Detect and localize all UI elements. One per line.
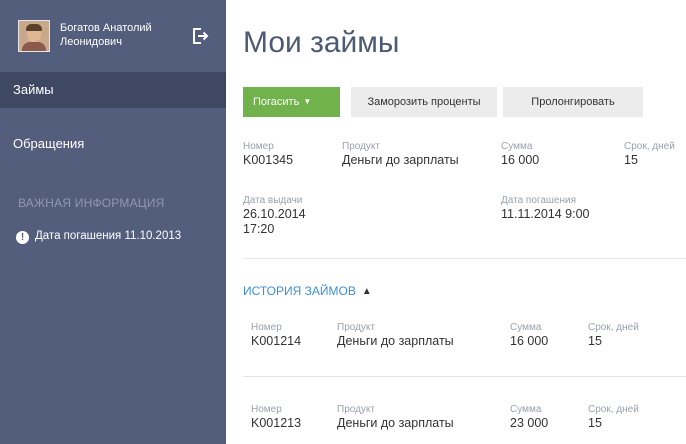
important-info-title: ВАЖНАЯ ИНФОРМАЦИЯ [18,196,165,210]
chevron-up-icon: ▲ [361,286,372,297]
loan-term-label: Срок, дней [624,141,675,152]
issue-time-value: 17:20 [243,222,275,236]
alert-icon: ! [16,231,29,244]
loan-product-field: Продукт Деньги до зарплаты [342,141,459,168]
history-term-label: Срок, дней [588,404,639,415]
history-product-value: Деньги до зарплаты [337,334,454,348]
loan-number-field: Номер K001345 [243,141,293,168]
sidebar-item-loans[interactable]: Займы [0,72,226,108]
loan-history-title: ИСТОРИЯ ЗАЙМОВ [243,284,356,298]
history-row-amount: Сумма 23 000 [510,404,548,431]
page-title: Мои займы [243,26,400,59]
due-date-field: Дата погашения 11.11.2014 9:00 [501,195,590,222]
due-date-label: Дата погашения [501,195,576,206]
history-product-label: Продукт [337,322,375,333]
loan-term-field: Срок, дней 15 [624,141,675,168]
pay-button[interactable]: Погасить ▼ [243,87,340,117]
logout-icon[interactable] [190,26,210,46]
loan-amount-label: Сумма [501,141,533,152]
issue-date-field: Дата выдачи 26.10.2014 17:20 [243,195,306,237]
main-content: Мои займы Погасить ▼ Заморозить проценты … [226,0,686,444]
loan-product-label: Продукт [342,141,380,152]
loan-number-label: Номер [243,141,274,152]
history-amount-value: 23 000 [510,416,549,430]
freeze-interest-button[interactable]: Заморозить проценты [351,87,497,117]
pay-button-label: Погасить [253,96,300,108]
history-row-term: Срок, дней 15 [588,404,639,431]
history-term-value: 15 [588,416,602,430]
history-term-value: 15 [588,334,602,348]
loan-product-value: Деньги до зарплаты [342,153,459,167]
history-row-product: Продукт Деньги до зарплаты [337,322,454,349]
history-product-value: Деньги до зарплаты [337,416,454,430]
history-number-label: Номер [251,404,282,415]
history-amount-value: 16 000 [510,334,549,348]
divider [243,258,686,259]
history-row-amount: Сумма 16 000 [510,322,548,349]
loan-amount-field: Сумма 16 000 [501,141,539,168]
history-number-value: K001214 [251,334,302,348]
issue-date-label: Дата выдачи [243,195,303,206]
avatar[interactable] [18,20,50,52]
prolong-button[interactable]: Пролонгировать [503,87,643,117]
history-row-product: Продукт Деньги до зарплаты [337,404,454,431]
chevron-down-icon: ▼ [303,97,312,106]
history-term-label: Срок, дней [588,322,639,333]
history-number-label: Номер [251,322,282,333]
history-product-label: Продукт [337,404,375,415]
history-row-number: Номер K001214 [251,322,301,349]
due-date-notice-text: Дата погашения 11.10.2013 [35,230,182,242]
history-amount-label: Сумма [510,404,542,415]
due-date-notice[interactable]: ! Дата погашения 11.10.2013 [16,230,181,244]
sidebar-item-requests[interactable]: Обращения [0,126,226,162]
loan-number-value: K001345 [243,153,294,167]
due-date-value: 11.11.2014 9:00 [501,207,590,221]
sidebar: Богатов Анатолий Леонидович Займы Обраще… [0,0,226,444]
divider [243,376,686,377]
history-row-term: Срок, дней 15 [588,322,639,349]
history-number-value: K001213 [251,416,302,430]
history-row-number: Номер K001213 [251,404,301,431]
loan-amount-value: 16 000 [501,153,540,167]
user-panel: Богатов Анатолий Леонидович [18,18,214,54]
user-name: Богатов Анатолий Леонидович [60,22,152,48]
loan-term-value: 15 [624,153,638,167]
history-amount-label: Сумма [510,322,542,333]
loan-history-toggle[interactable]: ИСТОРИЯ ЗАЙМОВ ▲ [243,284,372,298]
issue-date-value: 26.10.2014 [243,207,306,221]
